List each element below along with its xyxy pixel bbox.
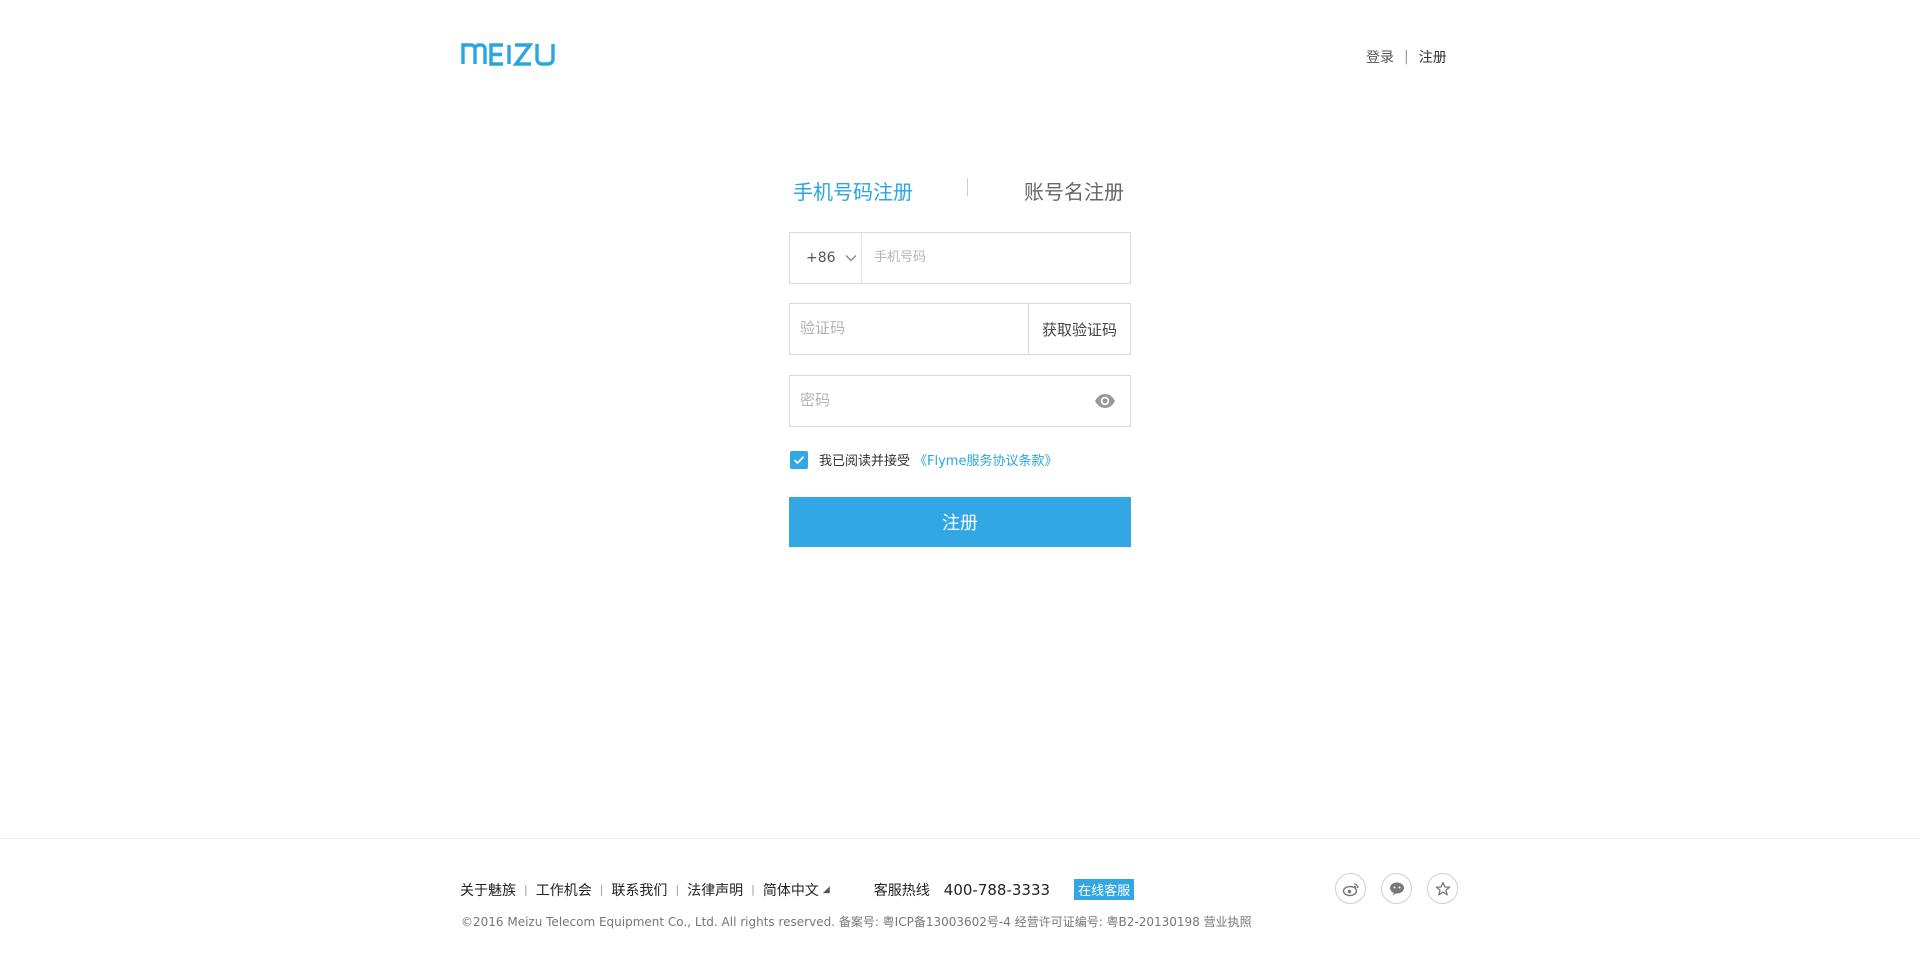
chevron-down-icon: [845, 255, 857, 262]
country-code-value: +86: [806, 250, 836, 266]
hotline-number: 400-788-3333: [943, 880, 1051, 899]
hotline-label: 客服热线: [873, 882, 930, 899]
footer-separator: |: [751, 883, 755, 896]
footer-link-jobs[interactable]: 工作机会: [536, 880, 592, 900]
get-code-button[interactable]: 获取验证码: [1028, 304, 1130, 354]
social-icons: [1335, 873, 1473, 904]
check-icon: [793, 455, 805, 464]
footer-link-legal[interactable]: 法律声明: [687, 880, 743, 900]
password-field: [789, 375, 1131, 427]
weibo-icon[interactable]: [1335, 873, 1366, 904]
country-code-select[interactable]: +86: [790, 233, 862, 283]
password-input[interactable]: [800, 376, 1070, 424]
wechat-icon[interactable]: [1381, 873, 1412, 904]
footer-separator: |: [599, 883, 604, 896]
top-links: 登录 | 注册: [1366, 47, 1447, 67]
language-arrow-icon: ◢: [822, 884, 830, 895]
register-form: 手机号码注册 账号名注册 +86 获取验证码: [789, 170, 1131, 547]
register-submit-button[interactable]: 注册: [789, 497, 1131, 547]
service-terms-link[interactable]: 《Flyme服务协议条款》: [914, 450, 1057, 469]
footer-link-contact[interactable]: 联系我们: [611, 880, 667, 900]
footer-language-select[interactable]: 简体中文: [763, 880, 819, 900]
tab-account-register[interactable]: 账号名注册: [1024, 176, 1124, 205]
copyright-text: ©2016 Meizu Telecom Equipment Co., Ltd. …: [461, 915, 1252, 929]
header: 登录 | 注册: [0, 0, 1920, 110]
footer: 关于魅族 | 工作机会 | 联系我们 | 法律声明 | 简体中文 ◢ 客服热线 …: [0, 838, 1920, 969]
online-service-button[interactable]: 在线客服: [1074, 879, 1135, 900]
register-tabs: 手机号码注册 账号名注册: [789, 170, 1131, 210]
footer-link-about[interactable]: 关于魅族: [460, 880, 516, 900]
code-field: 获取验证码: [789, 303, 1131, 355]
agree-checkbox[interactable]: [790, 450, 808, 469]
agreement-row: 我已阅读并接受 《Flyme服务协议条款》: [790, 450, 1057, 469]
login-link[interactable]: 登录: [1366, 47, 1394, 67]
verification-code-input[interactable]: [800, 304, 1020, 352]
phone-input[interactable]: [874, 233, 1124, 281]
top-links-separator: |: [1404, 49, 1409, 65]
tab-divider: [967, 178, 968, 196]
footer-links: 关于魅族 | 工作机会 | 联系我们 | 法律声明 | 简体中文 ◢ 客服热线 …: [460, 879, 1135, 900]
meizu-logo-mark: [461, 43, 555, 66]
register-page: 登录 | 注册 手机号码注册 账号名注册 +86 获取验证码: [0, 0, 1920, 969]
register-link[interactable]: 注册: [1419, 47, 1447, 67]
agree-text: 我已阅读并接受: [819, 454, 911, 469]
meizu-logo[interactable]: [461, 40, 571, 66]
star-icon[interactable]: [1427, 873, 1458, 904]
tab-phone-register[interactable]: 手机号码注册: [793, 176, 913, 205]
phone-field: +86: [789, 232, 1131, 284]
eye-icon[interactable]: [1094, 391, 1116, 411]
footer-separator: |: [675, 883, 680, 896]
footer-separator: |: [524, 883, 528, 896]
